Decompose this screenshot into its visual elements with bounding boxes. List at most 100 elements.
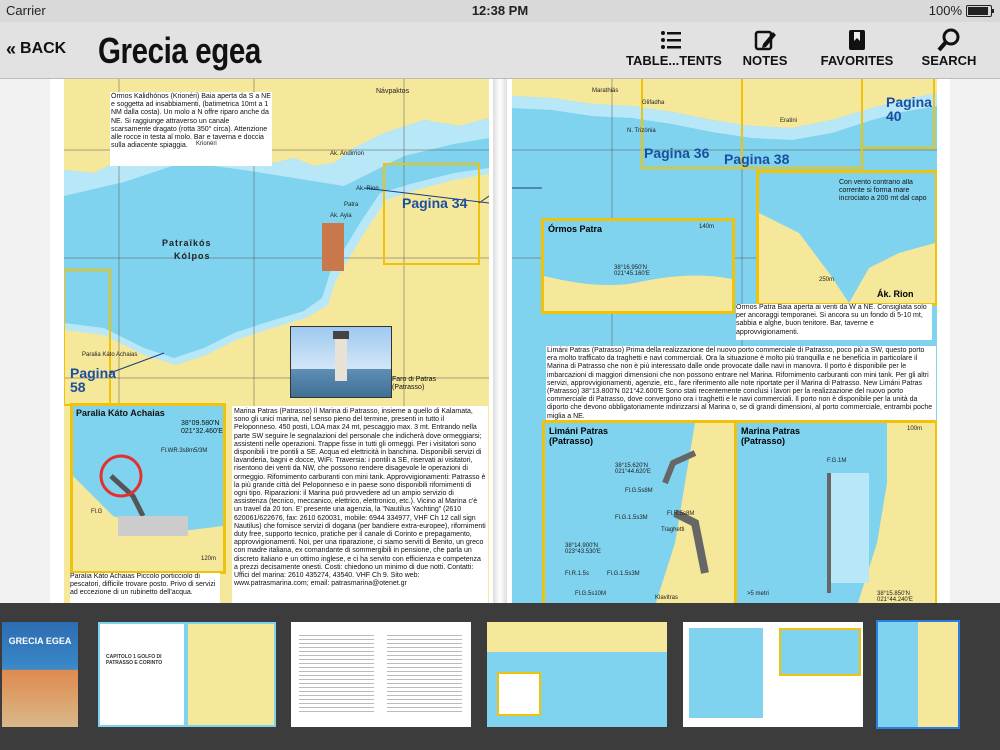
thumbnail-insets-right: [779, 628, 861, 676]
inset-marina-map: [827, 423, 935, 603]
inset-limani[interactable]: Limáni Patras (Patrasso) 38°15.620'N 021…: [542, 420, 738, 603]
inset-limani-coords-1: 38°15.620'N 021°44.620'E: [615, 463, 651, 475]
table-of-contents-button[interactable]: TABLE...TENTS: [626, 26, 722, 74]
place-ak-andirrion: Ak. Andirrion: [330, 151, 365, 157]
place-ak-ayia: Ak. Ayia: [330, 213, 352, 219]
thumbnail-chapter[interactable]: CAPITOLO 1 GOLFO DI PATRASSO E CORINTO: [98, 622, 276, 727]
inset-rion[interactable]: Con vento contrario alla corrente si for…: [756, 170, 937, 306]
ormos-patra-text: Órmos Patra Baia aperta ai venti da W a …: [736, 304, 932, 340]
gulf-name-1: Patraïkós: [162, 238, 212, 248]
thumbnail-map-insets[interactable]: [683, 622, 863, 727]
inset-paralia-scale: 120m: [201, 556, 217, 562]
thumbnail-chapter-page: CAPITOLO 1 GOLFO DI PATRASSO E CORINTO: [100, 624, 184, 725]
battery-indicator: 100%: [928, 3, 994, 18]
back-label: BACK: [20, 40, 67, 57]
thumbnail-chapter-map: [188, 624, 274, 725]
thumbnail-map-land: [487, 622, 667, 652]
thumbnail-harbor-current[interactable]: [876, 620, 960, 729]
right-page[interactable]: Marathiás Glifadha N. Trizónia Eratini P…: [512, 78, 937, 603]
inset-rion-label: Ák. Rion: [877, 289, 914, 299]
inset-limani-light-3: Fl.R.5s8M: [667, 511, 695, 517]
inset-ormos-coords: 38°16.950'N 021°45.160'E: [614, 265, 650, 277]
place-marathias: Marathiás: [592, 88, 619, 94]
thumbnail-cover[interactable]: GRECIA EGEA: [2, 622, 78, 727]
inset-limani-light-6: Fl.G.5s10M: [575, 591, 607, 597]
pagina-40-link[interactable]: Pagina 40: [886, 95, 936, 123]
inset-limani-light-4: Fl.R.1.5s: [565, 571, 590, 577]
inset-rion-note: Con vento contrario alla corrente si for…: [839, 179, 927, 203]
faro-photo: [290, 326, 392, 398]
thumbnail-text-right: [387, 632, 462, 712]
clock: 12:38 PM: [471, 3, 529, 18]
place-eratini: Eratini: [780, 118, 798, 124]
thumbnail-map-inset: [497, 672, 541, 716]
place-navpaktos: Návpaktos: [376, 88, 410, 95]
faro-caption: Faro di Patras (Patrasso): [392, 376, 436, 392]
back-button[interactable]: « BACK: [6, 40, 66, 58]
gulf-name-2: Kólpos: [174, 251, 211, 261]
inset-marina-depth: >5 metri: [747, 591, 769, 597]
inset-paralia-fl-g: Fl.G: [91, 509, 103, 515]
battery-percent: 100%: [928, 3, 962, 18]
status-bar: Carrier 12:38 PM 100%: [0, 0, 1000, 22]
left-page[interactable]: Órmos Kalidhónos (Krionéri) Baia aperta …: [64, 78, 489, 603]
place-glifadha: Glifadha: [642, 100, 665, 106]
inset-marina-fl: F.G.1M: [827, 458, 847, 464]
notes-button[interactable]: NOTES: [720, 26, 810, 74]
search-label: SEARCH: [921, 53, 977, 68]
thumbnail-insets-left: [689, 628, 763, 718]
inset-marina-coords: 38°15.850'N 021°44.240'E: [877, 591, 913, 603]
pagina-58-link[interactable]: Pagina 58: [70, 366, 116, 394]
inset-limani-traghetti: Traghetti: [661, 527, 685, 533]
thumbnail-harbor-land: [918, 622, 958, 727]
book-spread: Órmos Kalidhónos (Krionéri) Baia aperta …: [50, 78, 950, 603]
notes-label: NOTES: [742, 53, 788, 68]
inset-paralia[interactable]: Paralia Káto Achaias 38°09.580'N 021°32.…: [70, 403, 226, 574]
thumbnail-strip: GRECIA EGEA CAPITOLO 1 GOLFO DI PATRASSO…: [0, 603, 1000, 750]
inset-ormos-scale: 140m: [699, 224, 715, 230]
favorites-button[interactable]: FAVORITES: [812, 26, 902, 74]
navigation-bar: « BACK Grecia egea TABLE...TENTS NOTES F…: [0, 22, 1000, 79]
limani-patras-text: Limáni Patras (Patrasso) Prima della rea…: [546, 346, 936, 422]
place-trizonia: N. Trizónia: [627, 128, 656, 134]
place-krioneri: Krionéri: [196, 141, 217, 147]
favorites-label: FAVORITES: [820, 53, 894, 68]
lighthouse-tower: [335, 335, 347, 381]
list-icon: [661, 31, 681, 49]
double-chevron-left-icon: «: [6, 39, 17, 59]
search-button[interactable]: SEARCH: [904, 26, 994, 74]
inset-limani-klavitras: Klavitras: [655, 595, 679, 601]
inset-marina[interactable]: Marina Patras (Patrasso) 100m F.G.1M >5 …: [734, 420, 937, 603]
inset-limani-title: Limáni Patras (Patrasso): [549, 426, 609, 446]
thumbnail-text-left: [299, 632, 374, 712]
inset-marina-title: Marina Patras (Patrasso): [741, 426, 801, 446]
search-icon: [937, 28, 960, 52]
pagina-34-link[interactable]: Pagina 34: [402, 196, 472, 210]
inset-paralia-coords: 38°09.580'N 021°32.460'E: [181, 420, 223, 436]
thumbnail-chapter-label: CAPITOLO 1 GOLFO DI PATRASSO E CORINTO: [106, 654, 163, 666]
paralia-text: Paralia Káto Achaias Piccolo porticciolo…: [70, 573, 220, 603]
thumbnail-cover-label: GRECIA EGEA: [8, 636, 72, 646]
document-title: Grecia egea: [98, 30, 261, 71]
inset-ormos-patra[interactable]: Órmos Patra 38°16.950'N 021°45.160'E 140…: [541, 218, 735, 314]
inset-limani-light-5: Fl.G.1.5s3M: [607, 571, 640, 577]
inset-rion-scale: 250m: [819, 277, 835, 283]
thumbnail-map[interactable]: [487, 622, 667, 727]
inset-limani-coords-2: 38°14.900'N 023°43.530'E: [565, 543, 601, 555]
page-fold: [493, 78, 507, 603]
marina-patras-text: Marina Patras (Patrasso) Il Marina di Pa…: [232, 406, 488, 603]
place-ak-rion: Ak. Rion: [356, 186, 379, 192]
pagina-36-link[interactable]: Pagina 36: [644, 146, 714, 160]
inset-paralia-title: Paralia Káto Achaias: [76, 408, 165, 418]
inset-ormos-title: Órmos Patra: [548, 224, 603, 234]
thumbnail-text[interactable]: [291, 622, 471, 727]
inset-limani-light-1: Fl.G.5s8M: [625, 488, 653, 494]
ormos-kalidhonos-text: Órmos Kalidhónos (Krionéri) Baia aperta …: [110, 92, 272, 166]
lighthouse-lamp: [333, 331, 349, 339]
pagina-38-link[interactable]: Pagina 38: [724, 152, 794, 166]
place-paralia-small: Paralia Káto Achaias: [82, 352, 138, 358]
inset-marina-scale: 100m: [907, 426, 923, 432]
inset-limani-light-2: Fl.G.1.5s3M: [615, 515, 648, 521]
pencil-icon: [754, 30, 776, 51]
toc-label: TABLE...TENTS: [626, 53, 722, 68]
